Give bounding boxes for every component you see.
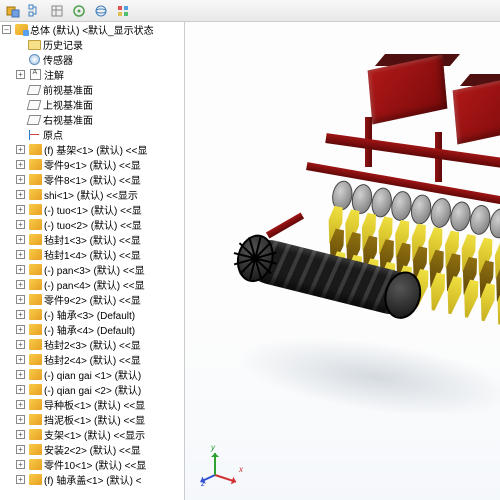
expand-icon[interactable]: + xyxy=(16,265,25,274)
axis-y-icon xyxy=(214,453,216,475)
tree-part-item[interactable]: +(-) pan<4> (默认) <<显 xyxy=(0,277,184,292)
tree-part-item[interactable]: +毡封1<4> (默认) <<显 xyxy=(0,247,184,262)
tree-part-item[interactable]: +安装2<2> (默认) <<显 xyxy=(0,442,184,457)
tree-part-item[interactable]: +(-) tuo<1> (默认) <<显 xyxy=(0,202,184,217)
tool-tree-icon[interactable] xyxy=(26,2,44,20)
expand-icon[interactable]: + xyxy=(16,340,25,349)
tree-part-item[interactable]: +毡封2<4> (默认) <<显 xyxy=(0,352,184,367)
tree-part-item[interactable]: +挡泥板<1> (默认) <<显 xyxy=(0,412,184,427)
top-toolbar xyxy=(0,0,500,22)
tree-annotations[interactable]: + 注解 xyxy=(0,67,184,82)
tree-part-item[interactable]: +(f) 基架<1> (默认) <<显 xyxy=(0,142,184,157)
expand-icon[interactable]: + xyxy=(16,310,25,319)
tree-part-item[interactable]: +(-) qian gai <1> (默认) xyxy=(0,367,184,382)
tree-plane-right[interactable]: 右视基准面 xyxy=(0,112,184,127)
collapse-icon[interactable]: – xyxy=(2,25,11,34)
tree-plane-front[interactable]: 前视基准面 xyxy=(0,82,184,97)
tree-part-item[interactable]: +零件10<1> (默认) <<显 xyxy=(0,457,184,472)
tree-part-item[interactable]: +支架<1> (默认) <<显示 xyxy=(0,427,184,442)
tree-part-item[interactable]: +零件8<1> (默认) <<显 xyxy=(0,172,184,187)
expand-icon[interactable]: + xyxy=(16,415,25,424)
expand-icon[interactable]: + xyxy=(16,205,25,214)
expand-icon[interactable]: + xyxy=(16,220,25,229)
tool-assembly-icon[interactable] xyxy=(4,2,22,20)
view-triad[interactable]: x y z xyxy=(205,440,251,486)
tree-part-item[interactable]: +(-) 轴承<3> (Default) xyxy=(0,307,184,322)
expand-icon[interactable]: + xyxy=(16,235,25,244)
tree-part-item[interactable]: +零件9<2> (默认) <<显 xyxy=(0,292,184,307)
expand-icon[interactable]: + xyxy=(16,280,25,289)
root-label: 总体 (默认) <默认_显示状态 xyxy=(30,22,154,37)
tool-display-icon[interactable] xyxy=(92,2,110,20)
expand-icon[interactable]: + xyxy=(16,295,25,304)
feature-tree-panel[interactable]: – 总体 (默认) <默认_显示状态 历史记录 传感器 + 注解 前视基准面 上… xyxy=(0,22,185,500)
tree-part-item[interactable]: +(-) 轴承<4> (Default) xyxy=(0,322,184,337)
tree-part-item[interactable]: +导种板<1> (默认) <<显 xyxy=(0,397,184,412)
expand-icon[interactable]: + xyxy=(16,250,25,259)
tree-part-item[interactable]: +(f) 轴承盖<1> (默认) < xyxy=(0,472,184,487)
tree-plane-top[interactable]: 上视基准面 xyxy=(0,97,184,112)
tree-part-item[interactable]: +零件9<1> (默认) <<显 xyxy=(0,157,184,172)
expand-icon[interactable]: + xyxy=(16,325,25,334)
tree-sensors[interactable]: 传感器 xyxy=(0,52,184,67)
expand-icon[interactable]: + xyxy=(16,190,25,199)
expand-icon[interactable]: + xyxy=(16,175,25,184)
tree-part-item[interactable]: +(-) pan<3> (默认) <<显 xyxy=(0,262,184,277)
tool-appearance-icon[interactable] xyxy=(114,2,132,20)
expand-icon[interactable]: + xyxy=(16,385,25,394)
expand-icon[interactable]: + xyxy=(16,160,25,169)
tool-property-icon[interactable] xyxy=(48,2,66,20)
expand-icon[interactable]: + xyxy=(16,370,25,379)
expand-icon[interactable]: + xyxy=(16,355,25,364)
model-render xyxy=(205,32,500,452)
expand-icon[interactable]: + xyxy=(16,400,25,409)
expand-icon[interactable]: + xyxy=(16,70,25,79)
tree-part-item[interactable]: +毡封2<3> (默认) <<显 xyxy=(0,337,184,352)
main-area: – 总体 (默认) <默认_显示状态 历史记录 传感器 + 注解 前视基准面 上… xyxy=(0,22,500,500)
axis-x-icon xyxy=(215,474,237,483)
expand-icon[interactable]: + xyxy=(16,145,25,154)
tool-config-icon[interactable] xyxy=(70,2,88,20)
tree-part-item[interactable]: +(-) qian gai <2> (默认) xyxy=(0,382,184,397)
tree-part-item[interactable]: +(-) tuo<2> (默认) <<显 xyxy=(0,217,184,232)
expand-icon[interactable]: + xyxy=(16,460,25,469)
tree-root[interactable]: – 总体 (默认) <默认_显示状态 xyxy=(0,22,184,37)
expand-icon[interactable]: + xyxy=(16,475,25,484)
tree-history[interactable]: 历史记录 xyxy=(0,37,184,52)
expand-icon[interactable]: + xyxy=(16,430,25,439)
3d-viewport[interactable]: x y z xyxy=(185,22,500,500)
expand-icon[interactable]: + xyxy=(16,445,25,454)
tree-origin[interactable]: 原点 xyxy=(0,127,184,142)
tree-part-item[interactable]: +毡封1<3> (默认) <<显 xyxy=(0,232,184,247)
tree-part-item[interactable]: +shi<1> (默认) <<显示 xyxy=(0,187,184,202)
